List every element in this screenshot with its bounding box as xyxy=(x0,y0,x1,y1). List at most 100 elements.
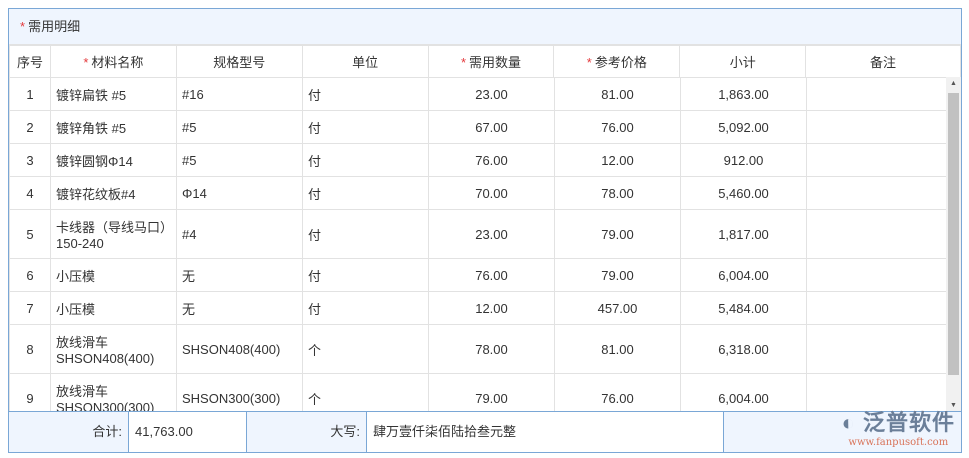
column-header[interactable]: 单位 xyxy=(301,45,429,78)
cell-spec[interactable]: #5 xyxy=(176,143,303,177)
table-row[interactable]: 5 卡线器（导线马口）150-240 #4 付 23.00 79.00 1,817.00 xyxy=(9,209,946,259)
column-header[interactable]: 备注 xyxy=(805,45,961,78)
required-mark: * xyxy=(460,55,466,70)
cell-subtotal[interactable]: 5,460.00 xyxy=(680,176,807,210)
cell-name[interactable]: 卡线器（导线马口）150-240 xyxy=(50,209,177,259)
cell-spec[interactable]: #16 xyxy=(176,77,303,111)
cell-qty[interactable]: 76.00 xyxy=(428,143,555,177)
cell-no[interactable]: 9 xyxy=(9,373,51,412)
cell-name[interactable]: 镀锌花纹板#4 xyxy=(50,176,177,210)
cell-no[interactable]: 2 xyxy=(9,110,51,144)
cell-qty[interactable]: 79.00 xyxy=(428,373,555,412)
cell-note[interactable] xyxy=(806,324,946,374)
cell-unit[interactable]: 付 xyxy=(302,258,429,292)
cell-qty[interactable]: 67.00 xyxy=(428,110,555,144)
section-title-text: 需用明细 xyxy=(28,19,81,34)
cell-subtotal[interactable]: 5,484.00 xyxy=(680,291,807,325)
column-header[interactable]: * 参考价格 xyxy=(553,45,681,78)
table-row[interactable]: 4 镀锌花纹板#4 Φ14 付 70.00 78.00 5,460.00 xyxy=(9,176,946,210)
cell-spec[interactable]: 无 xyxy=(176,258,303,292)
cell-unit[interactable]: 付 xyxy=(302,291,429,325)
cell-qty[interactable]: 76.00 xyxy=(428,258,555,292)
cell-price[interactable]: 76.00 xyxy=(554,373,681,412)
table-row[interactable]: 3 镀锌圆钢Φ14 #5 付 76.00 12.00 912.00 xyxy=(9,143,946,177)
cell-name[interactable]: 小压模 xyxy=(50,291,177,325)
table-row[interactable]: 1 镀锌扁铁 #5 #16 付 23.00 81.00 1,863.00 xyxy=(9,77,946,111)
table-row[interactable]: 9 放线滑车 SHSON300(300) SHSON300(300) 个 79.00 76… xyxy=(9,373,946,412)
cell-spec[interactable]: #4 xyxy=(176,209,303,259)
cell-unit[interactable]: 付 xyxy=(302,209,429,259)
cell-note[interactable] xyxy=(806,258,946,292)
cell-no[interactable]: 8 xyxy=(9,324,51,374)
cell-qty[interactable]: 23.00 xyxy=(428,209,555,259)
cell-name[interactable]: 镀锌扁铁 #5 xyxy=(50,77,177,111)
scroll-up-icon[interactable]: ▲ xyxy=(950,80,957,87)
cell-no[interactable]: 5 xyxy=(9,209,51,259)
cell-note[interactable] xyxy=(806,209,946,259)
cell-unit[interactable]: 个 xyxy=(302,373,429,412)
table-row[interactable]: 6 小压模无付 76.00 79.00 6,004.00 xyxy=(9,258,946,292)
cell-qty[interactable]: 78.00 xyxy=(428,324,555,374)
cell-subtotal[interactable]: 1,863.00 xyxy=(680,77,807,111)
cell-unit[interactable]: 付 xyxy=(302,110,429,144)
table-row[interactable]: 2 镀锌角铁 #5 #5 付 67.00 76.00 5,092.00 xyxy=(9,110,946,144)
cell-unit[interactable]: 付 xyxy=(302,143,429,177)
required-mark: * xyxy=(83,55,89,70)
cell-note[interactable] xyxy=(806,77,946,111)
cell-no[interactable]: 6 xyxy=(9,258,51,292)
table-header: 序号 * 材料名称 规格型号 单位 * 需用数量 * 参考价格 小计 备注 xyxy=(9,45,961,78)
cell-price[interactable]: 79.00 xyxy=(554,209,681,259)
cell-name[interactable]: 放线滑车 SHSON300(300) xyxy=(50,373,177,412)
cell-name[interactable]: 镀锌角铁 #5 xyxy=(50,110,177,144)
cell-spec[interactable]: #5 xyxy=(176,110,303,144)
cell-subtotal[interactable]: 1,817.00 xyxy=(680,209,807,259)
table-row[interactable]: 8 放线滑车 SHSON408(400) SHSON408(400) 个 78.00 81… xyxy=(9,324,946,374)
cell-subtotal[interactable]: 912.00 xyxy=(680,143,807,177)
column-header[interactable]: 小计 xyxy=(679,45,807,78)
cell-no[interactable]: 1 xyxy=(9,77,51,111)
cell-qty[interactable]: 70.00 xyxy=(428,176,555,210)
cell-no[interactable]: 3 xyxy=(9,143,51,177)
cell-price[interactable]: 81.00 xyxy=(554,324,681,374)
column-header-label: 需用数量 xyxy=(469,55,522,70)
cell-unit[interactable]: 付 xyxy=(302,176,429,210)
cell-spec[interactable]: SHSON408(400) xyxy=(176,324,303,374)
cell-subtotal[interactable]: 5,092.00 xyxy=(680,110,807,144)
cell-note[interactable] xyxy=(806,291,946,325)
cell-price[interactable]: 76.00 xyxy=(554,110,681,144)
cell-spec[interactable]: Φ14 xyxy=(176,176,303,210)
cell-note[interactable] xyxy=(806,110,946,144)
scrollbar-thumb[interactable] xyxy=(948,93,959,375)
cell-name[interactable]: 小压模 xyxy=(50,258,177,292)
column-header[interactable]: * 材料名称 xyxy=(49,45,177,78)
cell-price[interactable]: 457.00 xyxy=(554,291,681,325)
cell-no[interactable]: 4 xyxy=(9,176,51,210)
column-header[interactable]: 规格型号 xyxy=(175,45,303,78)
cell-subtotal[interactable]: 6,004.00 xyxy=(680,258,807,292)
cell-name[interactable]: 镀锌圆钢Φ14 xyxy=(50,143,177,177)
cell-no[interactable]: 7 xyxy=(9,291,51,325)
cell-qty[interactable]: 12.00 xyxy=(428,291,555,325)
cell-price[interactable]: 12.00 xyxy=(554,143,681,177)
cell-name[interactable]: 放线滑车 SHSON408(400) xyxy=(50,324,177,374)
cell-price[interactable]: 79.00 xyxy=(554,258,681,292)
column-header[interactable]: * 需用数量 xyxy=(427,45,555,78)
cell-unit[interactable]: 个 xyxy=(302,324,429,374)
table-body[interactable]: 1 镀锌扁铁 #5 #16 付 23.00 81.00 1,863.00 2 镀锌角铁 #5 #5… xyxy=(9,77,946,412)
column-header[interactable]: 序号 xyxy=(9,45,51,78)
cell-note[interactable] xyxy=(806,176,946,210)
column-header-label: 参考价格 xyxy=(594,55,647,70)
cell-subtotal[interactable]: 6,004.00 xyxy=(680,373,807,412)
cell-price[interactable]: 78.00 xyxy=(554,176,681,210)
cell-price[interactable]: 81.00 xyxy=(554,77,681,111)
cell-spec[interactable]: 无 xyxy=(176,291,303,325)
uppercase-value: 肆万壹仟柒佰陆拾叁元整 xyxy=(367,412,724,452)
cell-qty[interactable]: 23.00 xyxy=(428,77,555,111)
vertical-scrollbar[interactable]: ▲ ▼ xyxy=(946,77,961,412)
cell-spec[interactable]: SHSON300(300) xyxy=(176,373,303,412)
table-row[interactable]: 7 小压模无付 12.00 457.00 5,484.00 xyxy=(9,291,946,325)
cell-note[interactable] xyxy=(806,143,946,177)
cell-unit[interactable]: 付 xyxy=(302,77,429,111)
cell-subtotal[interactable]: 6,318.00 xyxy=(680,324,807,374)
column-header-label: 备注 xyxy=(870,55,897,70)
